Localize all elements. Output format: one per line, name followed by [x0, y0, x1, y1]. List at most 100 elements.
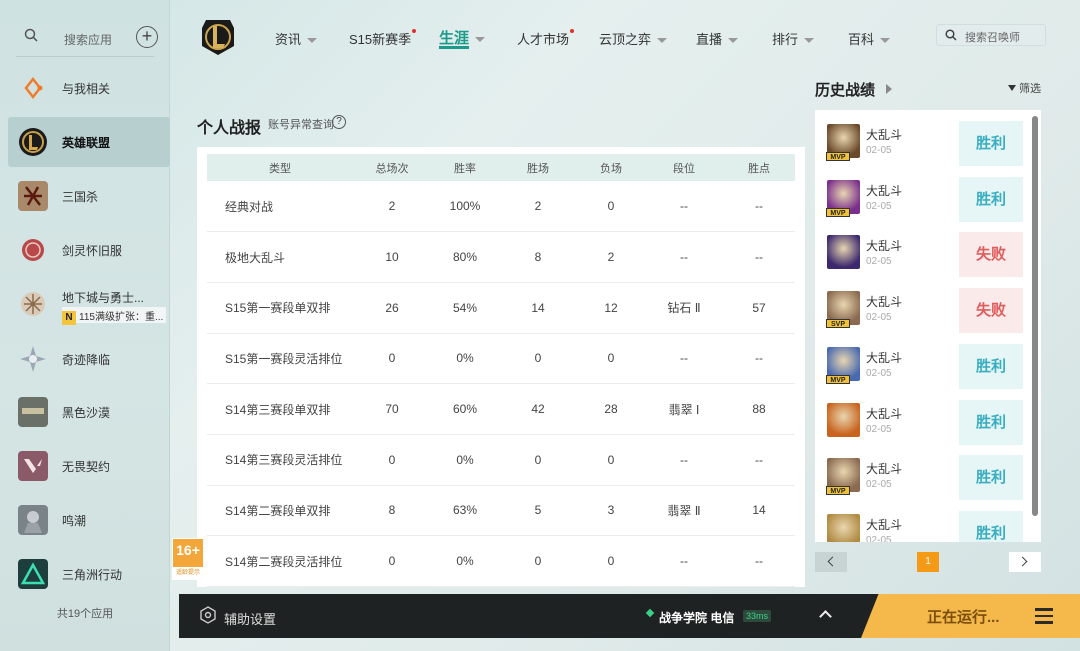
running-label: 正在运行...: [927, 609, 1000, 626]
table-cell: --: [645, 535, 723, 587]
add-app-button[interactable]: +: [136, 26, 158, 48]
champion-avatar: [827, 402, 860, 437]
match-date: 02-05: [866, 479, 892, 491]
nav-wiki[interactable]: 百科: [848, 29, 891, 48]
top-nav: 资讯 S15新赛季 生涯 人才市场 云顶之弈 直播 排行 百科 搜索召唤师: [170, 0, 1080, 72]
match-item[interactable]: MVP 大乱斗 02-05 胜利: [815, 118, 1033, 174]
table-cell: 0: [499, 535, 577, 587]
sidebar-item-lol[interactable]: 英雄联盟: [8, 117, 170, 167]
table-cell: --: [723, 535, 795, 587]
table-cell: 57: [723, 282, 795, 334]
filter-button[interactable]: 筛选: [1008, 80, 1041, 96]
sidebar-item-label: 无畏契约: [62, 460, 111, 474]
mvp-badge: MVP: [826, 486, 850, 496]
table-cell: 26: [353, 282, 431, 334]
table-cell: S14第二赛段单双排: [207, 485, 353, 537]
nav-rank[interactable]: 排行: [772, 29, 815, 48]
wuthering-icon: [18, 505, 48, 535]
settings-hex-icon[interactable]: [199, 606, 217, 624]
sidebar-item-bns[interactable]: 剑灵怀旧服: [8, 225, 170, 275]
blackdesert-icon: [18, 397, 48, 427]
page-number[interactable]: 1: [917, 552, 939, 572]
summoner-search-input[interactable]: 搜索召唤师: [936, 24, 1046, 46]
match-mode: 大乱斗: [866, 128, 903, 142]
sidebar-item-sanguosha[interactable]: 三国杀: [8, 171, 170, 221]
nav-career[interactable]: 生涯: [439, 27, 486, 48]
sidebar-item-blackdesert[interactable]: 黑色沙漠: [8, 387, 170, 437]
sanguosha-icon: [18, 181, 48, 211]
sidebar-item-label: 奇迹降临: [62, 353, 111, 367]
match-date: 02-05: [866, 200, 892, 212]
table-cell: --: [645, 231, 723, 283]
account-check-link[interactable]: 账号异常查询: [268, 116, 334, 132]
sidebar-item-related[interactable]: 与我相关: [8, 63, 170, 113]
nav-tft[interactable]: 云顶之弈: [599, 29, 668, 48]
champion-avatar: [827, 513, 860, 542]
nav-s15[interactable]: S15新赛季: [349, 29, 417, 48]
table-cell: 8: [499, 231, 577, 283]
lol-logo-icon[interactable]: [200, 18, 236, 56]
table-cell: --: [645, 333, 723, 385]
menu-icon[interactable]: [1035, 608, 1053, 624]
sidebar-item-label: 三角洲行动: [62, 568, 123, 582]
sidebar-item-dnf[interactable]: 地下城与勇士... N 115满级扩张：重...: [8, 279, 170, 329]
match-date: 02-05: [866, 145, 892, 156]
help-icon[interactable]: ?: [332, 115, 346, 129]
table-cell: --: [723, 333, 795, 385]
match-item[interactable]: 大乱斗 02-05 胜利: [815, 397, 1033, 453]
match-item[interactable]: MVP 大乱斗 02-05 胜利: [815, 341, 1033, 397]
chevron-up-icon[interactable]: [819, 610, 832, 623]
sidebar-item-valorant[interactable]: 无畏契约: [8, 441, 170, 491]
history-panel: MVP 大乱斗 02-05 胜利 MVP 大乱斗 02-05 胜利 大乱斗 02-05 失败 SVP 大…: [815, 110, 1041, 542]
match-item[interactable]: 大乱斗 02-05 失败: [815, 229, 1033, 285]
table-cell: 80%: [431, 231, 499, 283]
nav-label: 云顶之弈: [599, 32, 652, 47]
match-mode: 大乱斗: [866, 295, 903, 310]
server-name[interactable]: 战争学院 电信: [659, 609, 734, 626]
match-item[interactable]: MVP 大乱斗 02-05 胜利: [815, 452, 1033, 508]
chevron-down-icon: [657, 38, 668, 44]
app-search-label: 搜索应用: [64, 33, 113, 47]
next-page-button[interactable]: [1009, 552, 1041, 572]
table-cell: 2: [353, 181, 431, 233]
app-search[interactable]: 搜索应用 +: [14, 22, 164, 52]
prev-page-button[interactable]: [815, 552, 847, 572]
match-item[interactable]: 大乱斗 02-05 胜利: [815, 508, 1033, 542]
search-icon: [24, 28, 38, 42]
history-title[interactable]: 历史战绩: [815, 79, 875, 100]
promo-text: 115满级扩张：重...: [79, 312, 164, 323]
running-button[interactable]: 正在运行...: [861, 594, 1080, 638]
match-item[interactable]: MVP 大乱斗 02-05 胜利: [815, 174, 1033, 230]
table-cell: 0%: [431, 535, 499, 587]
related-icon: [24, 76, 43, 100]
sidebar-item-promo[interactable]: N 115满级扩张：重...: [62, 307, 167, 325]
sidebar-item-label: 剑灵怀旧服: [62, 244, 123, 258]
match-item[interactable]: SVP 大乱斗 02-05 失败: [815, 285, 1033, 341]
table-row: S15第一赛段单双排 26 54% 14 12 钻石 Ⅱ 57: [207, 282, 795, 334]
column-header: 胜率: [431, 154, 499, 181]
nav-live[interactable]: 直播: [696, 29, 739, 48]
nav-label: S15新赛季: [349, 32, 412, 47]
table-row: S14第二赛段灵活排位 0 0% 0 0 -- --: [207, 535, 795, 587]
sidebar-item-wuthering[interactable]: 鸣潮: [8, 495, 170, 545]
sidebar-item-delta[interactable]: 三角洲行动: [8, 549, 170, 599]
age-rating-badge: 16+ 适龄提示: [172, 538, 204, 580]
mvp-badge: MVP: [826, 374, 850, 384]
chevron-right-icon[interactable]: [886, 84, 892, 94]
age-rating-tip: 适龄提示: [173, 567, 203, 579]
search-icon: [945, 29, 957, 41]
aux-settings-button[interactable]: 辅助设置: [224, 609, 276, 628]
table-cell: 70: [353, 383, 431, 435]
sidebar-item-miracle[interactable]: 奇迹降临: [8, 334, 170, 384]
table-row: S14第三赛段灵活排位 0 0% 0 0 -- --: [207, 434, 795, 486]
table-cell: 3: [577, 485, 645, 537]
history-scrollbar[interactable]: [1032, 116, 1038, 516]
table-cell: 42: [499, 383, 577, 435]
stats-table: 类型 总场次 胜率 胜场 负场 段位 胜点 经典对战 2 100% 2 0 -- -- 极地大乱斗 10 80…: [207, 154, 795, 587]
column-header: 段位: [645, 154, 723, 181]
sidebar-item-label: 英雄联盟: [62, 136, 111, 150]
new-dot-icon: [570, 29, 575, 33]
nav-talent[interactable]: 人才市场: [517, 29, 575, 48]
match-result: 胜利: [959, 510, 1023, 542]
nav-news[interactable]: 资讯: [275, 29, 318, 48]
